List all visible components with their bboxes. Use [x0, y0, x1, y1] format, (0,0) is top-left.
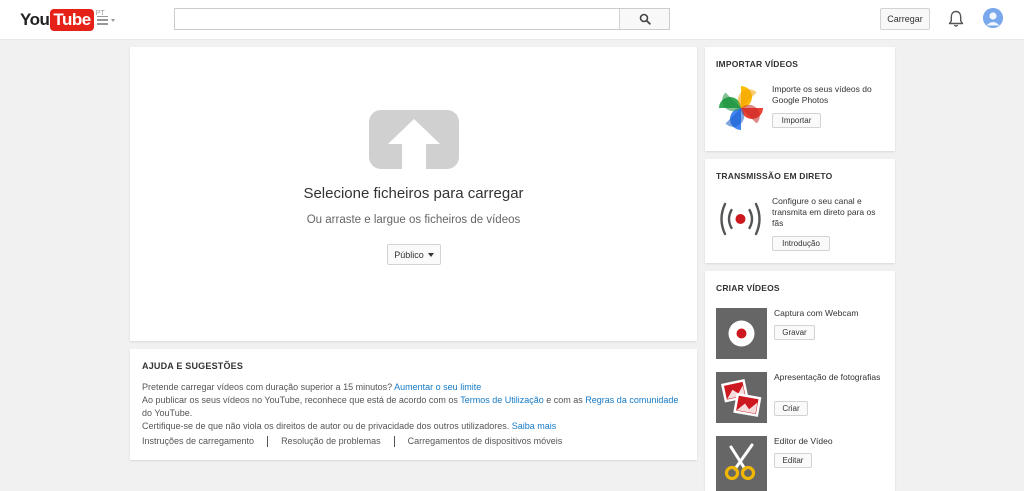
- import-videos-title: IMPORTAR VÍDEOS: [716, 59, 799, 69]
- help-terms-text-a: Ao publicar os seus vídeos no YouTube, r…: [142, 395, 458, 405]
- create-videos-card: CRIAR VÍDEOS Captura com Webcam Gravar A…: [705, 271, 895, 491]
- webcam-label: Captura com Webcam: [774, 308, 859, 318]
- slideshow-label: Apresentação de fotografias: [774, 372, 881, 382]
- live-streaming-title: TRANSMISSÃO EM DIRETO: [716, 171, 833, 181]
- guide-menu-button[interactable]: [97, 12, 119, 28]
- photo-slideshow-icon: [720, 378, 762, 417]
- scissors-icon: [724, 443, 756, 481]
- search-icon: [639, 13, 651, 25]
- live-broadcast-icon: [720, 202, 761, 236]
- avatar[interactable]: [983, 8, 1003, 28]
- user-icon: [983, 8, 1003, 28]
- search-button[interactable]: [619, 9, 669, 29]
- logo-tube-text: Tube: [50, 9, 94, 31]
- create-button[interactable]: Criar: [774, 401, 808, 416]
- get-started-button[interactable]: Introdução: [772, 236, 830, 251]
- divider: [267, 436, 269, 447]
- video-editor-tile[interactable]: [716, 436, 767, 491]
- slideshow-tile[interactable]: [716, 372, 767, 423]
- upload-title: Selecione ficheiros para carregar: [303, 185, 524, 202]
- webcam-icon: [728, 320, 755, 347]
- create-videos-title: CRIAR VÍDEOS: [716, 283, 780, 293]
- learn-more-link[interactable]: Saiba mais: [512, 421, 557, 431]
- chevron-down-icon: [111, 18, 115, 22]
- help-title: AJUDA E SUGESTÕES: [142, 361, 244, 371]
- mobile-uploads-link[interactable]: Carregamentos de dispositivos móveis: [408, 435, 563, 448]
- help-line-terms: Ao publicar os seus vídeos no YouTube, r…: [142, 394, 685, 407]
- record-button[interactable]: Gravar: [774, 325, 815, 340]
- google-photos-icon: [719, 86, 763, 130]
- increase-limit-link[interactable]: Aumentar o seu limite: [394, 382, 481, 392]
- upload-dropzone[interactable]: Selecione ficheiros para carregar Ou arr…: [130, 47, 697, 341]
- search-box: [174, 8, 670, 30]
- help-links: Instruções de carregamento Resolução de …: [142, 435, 685, 448]
- webcam-tile[interactable]: [716, 308, 767, 359]
- logo-you-text: You: [20, 10, 50, 29]
- troubleshooting-link[interactable]: Resolução de problemas: [281, 435, 381, 448]
- help-line-copyright: Certifique-se de que não viola os direit…: [142, 420, 685, 433]
- masthead: You Tube PT Carregar: [0, 0, 1024, 40]
- help-terms-text-b: e com as: [546, 395, 583, 405]
- import-videos-text: Importe os seus vídeos do Google Photos: [772, 84, 872, 105]
- terms-of-service-link[interactable]: Termos de Utilização: [460, 395, 544, 405]
- edit-button[interactable]: Editar: [774, 453, 812, 468]
- help-limit-text: Pretende carregar vídeos com duração sup…: [142, 382, 393, 392]
- help-line-limit: Pretende carregar vídeos com duração sup…: [142, 381, 685, 394]
- community-guidelines-link[interactable]: Regras da comunidade: [585, 395, 678, 405]
- privacy-select[interactable]: Público: [387, 244, 441, 265]
- youtube-logo[interactable]: You Tube PT: [20, 9, 105, 31]
- video-editor-label: Editor de Vídeo: [774, 436, 833, 446]
- menu-icon: [97, 15, 108, 25]
- privacy-value: Público: [394, 249, 424, 260]
- import-videos-card: IMPORTAR VÍDEOS Importe os seus vídeos d…: [705, 47, 895, 151]
- upload-instructions-link[interactable]: Instruções de carregamento: [142, 435, 254, 448]
- help-copyright-text: Certifique-se de que não viola os direit…: [142, 421, 510, 431]
- notifications-button[interactable]: [947, 9, 965, 29]
- upload-button[interactable]: Carregar: [880, 8, 930, 30]
- divider: [393, 436, 395, 447]
- import-button[interactable]: Importar: [772, 113, 821, 128]
- upload-arrow-icon: [369, 110, 459, 169]
- search-input[interactable]: [175, 9, 619, 29]
- live-streaming-text: Configure o seu canal e transmita em dir…: [772, 196, 876, 228]
- help-section: AJUDA E SUGESTÕES Pretende carregar víde…: [130, 349, 697, 460]
- live-streaming-card: TRANSMISSÃO EM DIRETO Configure o seu ca…: [705, 159, 895, 263]
- help-line-youtube: do YouTube.: [142, 408, 193, 418]
- chevron-down-icon: [427, 252, 434, 257]
- bell-icon: [948, 10, 964, 27]
- upload-subtitle: Ou arraste e largue os ficheiros de víde…: [306, 214, 521, 226]
